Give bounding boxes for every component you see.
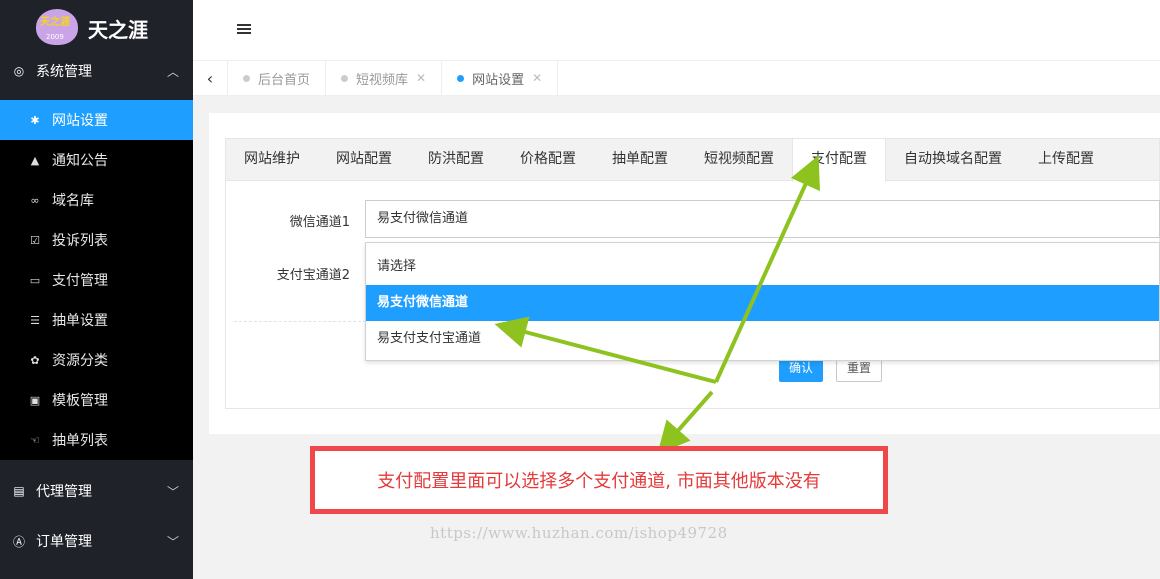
- page-tab-home[interactable]: 后台首页: [228, 61, 327, 95]
- logo-badge-text: 天之涯: [40, 17, 70, 28]
- form-divider: [234, 321, 366, 322]
- logo-badge: 天之涯 2009: [36, 9, 78, 47]
- html5-icon: ▣: [29, 393, 41, 407]
- letter-a-icon: Ⓐ: [12, 534, 25, 549]
- sidebar-item-notices[interactable]: ▲ 通知公告: [0, 140, 193, 180]
- channel-dropdown: 请选择 易支付微信通道 易支付支付宝通道: [365, 242, 1160, 361]
- dropdown-option[interactable]: 请选择: [366, 249, 1159, 285]
- close-icon[interactable]: ✕: [532, 71, 542, 85]
- sidebar-item-payment[interactable]: ▭ 支付管理: [0, 260, 193, 300]
- sidebar-item-draw-settings[interactable]: ☰ 抽单设置: [0, 300, 193, 340]
- hand-icon: ☜: [30, 433, 40, 447]
- page-tab-label: 后台首页: [258, 72, 311, 88]
- tab-dot: [457, 74, 465, 82]
- tab-dot: [341, 74, 349, 82]
- wechat-channel-label: 微信通道1: [289, 215, 350, 230]
- page-tab-label: 网站设置: [472, 72, 525, 88]
- sidebar-item-label: 投诉列表: [52, 233, 108, 249]
- sidebar-group-label: 订单管理: [36, 534, 92, 550]
- paypal-icon: ▭: [29, 273, 41, 287]
- sidebar-group-agent[interactable]: ▤ 代理管理 ﹀: [0, 466, 193, 516]
- settings-tabs: 网站维护 网站配置 防洪配置 价格配置 抽单配置 短视频配置 支付配置 自动换域…: [226, 139, 1159, 182]
- link-icon: ∞: [30, 193, 40, 207]
- tab-site-maintenance[interactable]: 网站维护: [226, 139, 318, 180]
- sidebar: 天之涯 2009 天之涯 ◎ 系统管理 ︿ ✱ 网站设置 ▲ 通知公告 ∞ 域名…: [0, 0, 193, 579]
- sidebar-item-label: 资源分类: [52, 353, 108, 369]
- sidebar-item-label: 支付管理: [52, 273, 108, 289]
- tab-dot: [243, 74, 250, 82]
- sidebar-item-draw-list[interactable]: ☜ 抽单列表: [0, 420, 193, 460]
- logo[interactable]: 天之涯 2009 天之涯: [0, 0, 193, 56]
- logo-badge-year: 2009: [46, 33, 64, 41]
- check-icon: ☑: [30, 233, 40, 247]
- menu-toggle-icon[interactable]: [237, 24, 251, 36]
- logo-title: 天之涯: [88, 17, 148, 42]
- sidebar-item-label: 域名库: [52, 193, 94, 209]
- dropdown-option-selected[interactable]: 易支付微信通道: [366, 285, 1159, 321]
- tab-domain-switch-config[interactable]: 自动换域名配置: [886, 139, 1020, 180]
- watermark: https://www.huzhan.com/ishop49728: [430, 524, 728, 542]
- page-tab-label: 短视频库: [356, 72, 409, 88]
- chevron-up-icon: ︿: [166, 64, 179, 79]
- sidebar-group-label: 代理管理: [36, 484, 92, 500]
- annotation-callout: 支付配置里面可以选择多个支付通道, 市面其他版本没有: [310, 446, 888, 514]
- tab-site-config[interactable]: 网站配置: [318, 139, 410, 180]
- sidebar-item-complaints[interactable]: ☑ 投诉列表: [0, 220, 193, 260]
- callout-text: 支付配置里面可以选择多个支付通道, 市面其他版本没有: [377, 471, 821, 492]
- chevron-left-icon[interactable]: ‹: [193, 61, 228, 95]
- contact-icon: ▤: [13, 484, 25, 498]
- plant-icon: ✿: [30, 353, 40, 367]
- sidebar-item-label: 模板管理: [52, 393, 108, 409]
- sidebar-item-domains[interactable]: ∞ 域名库: [0, 180, 193, 220]
- gear-icon: ✱: [30, 113, 40, 127]
- bell-icon: ▲: [30, 153, 40, 167]
- page-tab-website-settings[interactable]: 网站设置 ✕: [442, 61, 559, 95]
- dropdown-option[interactable]: 易支付支付宝通道: [366, 321, 1159, 357]
- sidebar-item-label: 抽单设置: [52, 313, 108, 329]
- target-icon: ◎: [13, 64, 25, 78]
- page-tabbar: ‹ 后台首页 短视频库 ✕ 网站设置 ✕: [193, 60, 1160, 96]
- layers-icon: ☰: [30, 313, 40, 327]
- sidebar-submenu: ✱ 网站设置 ▲ 通知公告 ∞ 域名库 ☑ 投诉列表 ▭ 支付管理 ☰ 抽单设置…: [0, 100, 193, 460]
- page-tab-videos[interactable]: 短视频库 ✕: [326, 61, 443, 95]
- sidebar-group-order[interactable]: Ⓐ 订单管理 ﹀: [0, 516, 193, 566]
- sidebar-item-website-settings[interactable]: ✱ 网站设置: [0, 100, 193, 140]
- sidebar-item-label: 通知公告: [52, 153, 108, 169]
- chevron-down-icon: ﹀: [166, 484, 179, 499]
- tab-flood-config[interactable]: 防洪配置: [410, 139, 502, 180]
- sidebar-group-label: 系统管理: [36, 64, 92, 80]
- tab-payment-config[interactable]: 支付配置: [792, 139, 886, 182]
- sidebar-group-system[interactable]: ◎ 系统管理 ︿: [0, 56, 193, 86]
- tab-upload-config[interactable]: 上传配置: [1020, 139, 1112, 180]
- tab-draw-config[interactable]: 抽单配置: [594, 139, 686, 180]
- wechat-channel-select[interactable]: 易支付微信通道: [365, 200, 1160, 238]
- alipay-channel-label: 支付宝通道2: [276, 268, 350, 283]
- tab-video-config[interactable]: 短视频配置: [686, 139, 792, 180]
- tab-price-config[interactable]: 价格配置: [502, 139, 594, 180]
- sidebar-item-label: 抽单列表: [52, 433, 108, 449]
- sidebar-item-categories[interactable]: ✿ 资源分类: [0, 340, 193, 380]
- sidebar-item-templates[interactable]: ▣ 模板管理: [0, 380, 193, 420]
- top-header: [193, 0, 1160, 60]
- chevron-down-icon: ﹀: [166, 534, 179, 549]
- close-icon[interactable]: ✕: [416, 71, 426, 85]
- sidebar-item-label: 网站设置: [52, 113, 108, 129]
